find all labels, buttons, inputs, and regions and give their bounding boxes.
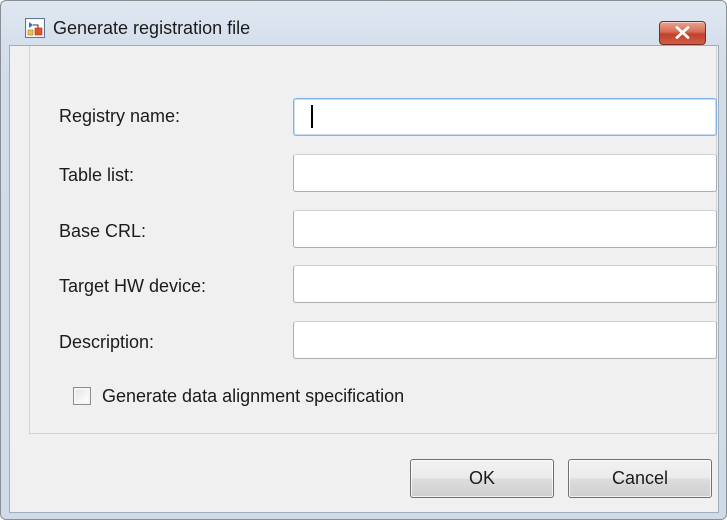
dialog-window: Generate registration file Registry name… — [0, 0, 727, 520]
close-icon — [675, 26, 690, 39]
cancel-button[interactable]: Cancel — [568, 459, 712, 498]
text-caret — [311, 105, 313, 128]
target-hw-device-input[interactable] — [293, 265, 717, 303]
form-panel: Registry name: Table list: Base CRL: Tar… — [29, 46, 717, 434]
data-alignment-checkbox[interactable] — [73, 387, 91, 405]
dialog-client-area: Registry name: Table list: Base CRL: Tar… — [9, 45, 719, 513]
window-title: Generate registration file — [53, 18, 251, 38]
title-bar[interactable]: Generate registration file — [1, 1, 726, 45]
ok-button[interactable]: OK — [410, 459, 554, 498]
description-input[interactable] — [293, 321, 717, 359]
table-list-input[interactable] — [293, 154, 717, 192]
simulink-model-icon — [25, 18, 45, 38]
description-label: Description: — [59, 332, 155, 352]
table-list-label: Table list: — [59, 165, 135, 185]
close-button[interactable] — [659, 21, 706, 45]
data-alignment-checkbox-label[interactable]: Generate data alignment specification — [102, 384, 404, 408]
base-crl-input[interactable] — [293, 210, 717, 248]
target-hw-device-label: Target HW device: — [59, 276, 207, 296]
registry-name-label: Registry name: — [59, 106, 181, 126]
base-crl-label: Base CRL: — [59, 221, 147, 241]
registry-name-input[interactable] — [293, 98, 717, 136]
